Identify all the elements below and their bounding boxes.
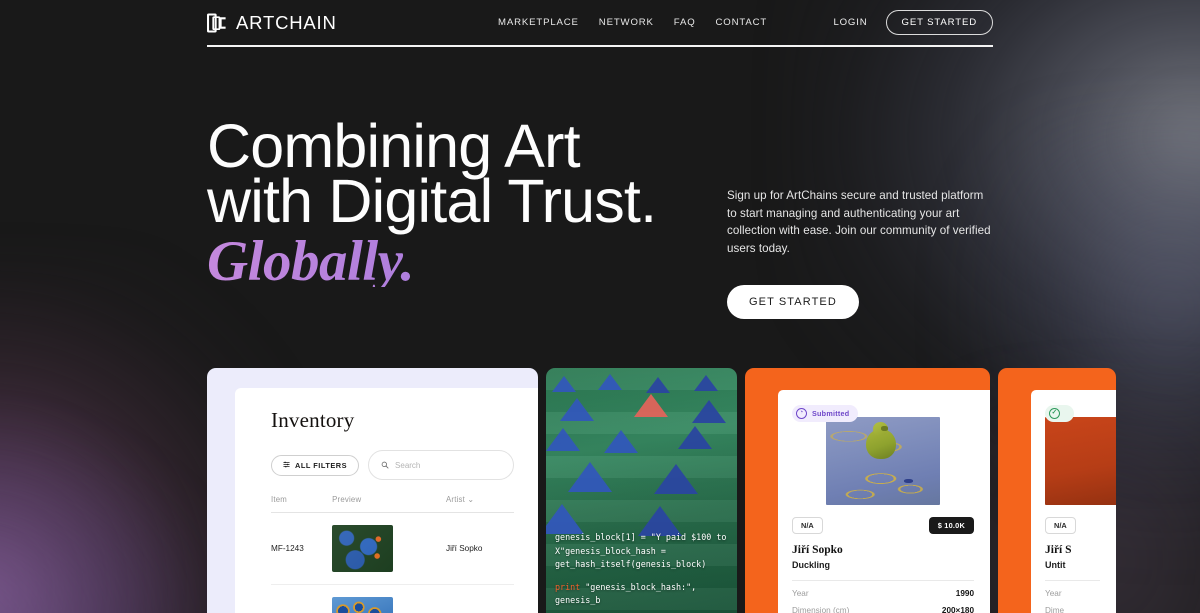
code-line-1: genesis_block[1] = "Y paid $100 to X"gen… [555,531,732,570]
spec-row-year-clipped: Year [1045,589,1100,598]
inventory-search[interactable] [368,450,514,480]
search-icon [381,456,389,474]
all-filters-button[interactable]: ALL FILTERS [271,454,360,476]
water-speck-shape [904,478,913,483]
code-artwork-card: genesis_block[1] = "Y paid $100 to X"gen… [546,368,737,613]
status-badge-label: Submitted [812,408,850,418]
artwork-meta-row: N/A $ 10.0K [792,516,974,534]
clock-pending-icon: ◔ [796,407,807,419]
artwork-artist-name: Jiří Sopko [792,543,843,556]
cell-preview [332,584,447,613]
table-row[interactable]: MF-1243 Jiří Sopko [271,512,514,585]
artwork-detail-panel: ◔ Submitted N/A $ 10.0K Jiří Sopko Duckl… [778,390,990,613]
nav-item-faq[interactable]: FAQ [674,17,696,28]
artwork-detail-card-clipped: ✓ N/A Jiří S Untit Year Dime [998,368,1116,613]
filter-sliders-icon [283,461,290,470]
login-link[interactable]: LOGIN [833,17,867,28]
artwork-thumbnail-tables [332,525,394,572]
spec-row-dimension-clipped: Dime [1045,606,1100,613]
divider-clipped [1045,579,1100,581]
inventory-preview-card: Inventory ALL FILTERS Search Item Previe… [207,368,538,613]
status-badge: ◔ Submitted [792,404,859,422]
inventory-panel: Inventory ALL FILTERS Search Item Previe… [235,388,538,613]
nav-item-contact[interactable]: CONTACT [716,17,768,28]
site-header: ARTCHAIN MARKETPLACE NETWORK FAQ CONTACT… [206,0,993,47]
search-input[interactable] [395,460,501,470]
artwork-image-duckling [826,416,940,505]
artwork-artist-name-clipped: Jiří S [1045,543,1072,556]
artwork-image-orange [1045,416,1116,505]
page-root: ARTCHAIN MARKETPLACE NETWORK FAQ CONTACT… [0,0,1200,613]
edition-badge: N/A [792,516,823,534]
spec-row-year: Year 1990 [792,589,974,598]
brand-logo[interactable]: ARTCHAIN [206,11,337,34]
column-header-artist[interactable]: Artist ⌄ [446,495,514,513]
primary-nav: MARKETPLACE NETWORK FAQ CONTACT [498,17,767,28]
cell-item [271,584,333,613]
headline-line-1: Combining Art [207,112,581,180]
hero-section: Combining Art with Digital Trust. Global… [207,47,993,320]
artwork-title-clipped: Untit [1045,559,1066,570]
all-filters-label: ALL FILTERS [295,460,348,470]
header-actions: LOGIN GET STARTED [833,10,993,35]
column-header-item[interactable]: Item [271,495,333,513]
divider [792,579,974,581]
spec-row-dimension: Dimension (cm) 200×180 [792,606,974,613]
cell-preview [332,512,447,585]
edition-badge-clipped: N/A [1045,516,1076,534]
cell-artist [446,584,514,613]
artwork-meta-row-clipped: N/A [1045,516,1100,534]
page-title: Combining Art with Digital Trust. Global… [207,112,727,290]
code-overlay: genesis_block[1] = "Y paid $100 to X"gen… [555,531,737,613]
table-header-row: Item Preview Artist ⌄ [271,495,514,513]
spec-label-dimension: Dimension (cm) [792,605,850,613]
nav-item-network[interactable]: NETWORK [599,17,654,28]
code-keyword: print [555,581,581,592]
spec-value-dimension: 200×180 [941,605,974,613]
content-wrapper: ARTCHAIN MARKETPLACE NETWORK FAQ CONTACT… [206,0,993,320]
hero-paragraph: Sign up for ArtChains secure and trusted… [727,189,991,255]
artwork-detail-panel-clipped: ✓ N/A Jiří S Untit Year Dime [1031,390,1116,613]
artwork-detail-card: ◔ Submitted N/A $ 10.0K Jiří Sopko Duckl… [745,368,990,613]
inventory-table: Item Preview Artist ⌄ MF-1243 Jiří Sopko [271,495,514,613]
chevron-down-icon: ⌄ [467,495,475,504]
artchain-monogram-icon [206,12,227,33]
duck-beak-shape [881,425,888,431]
cell-artist: Jiří Sopko [446,512,514,585]
artwork-title: Duckling [792,559,831,570]
spec-value-year: 1990 [955,588,974,598]
artwork-thumbnail-flowers [332,597,394,613]
showcase-card-strip: Inventory ALL FILTERS Search Item Previe… [0,368,1200,613]
spec-label-year: Year [792,588,809,598]
brand-name: ARTCHAIN [236,11,337,33]
check-circle-verified-icon: ✓ [1049,407,1060,419]
spec-label-year-clipped: Year [1045,588,1062,598]
table-row[interactable] [271,584,514,613]
nav-item-marketplace[interactable]: MARKETPLACE [498,17,579,28]
headline-accent: Globally. [207,233,727,290]
header-get-started-button[interactable]: GET STARTED [885,10,993,35]
hero-left: Combining Art with Digital Trust. Global… [207,112,727,319]
spec-label-dimension-clipped: Dime [1045,605,1065,613]
status-badge-verified: ✓ [1045,404,1074,422]
column-header-artist-label: Artist [446,495,465,504]
inventory-title: Inventory [271,408,355,432]
column-header-preview[interactable]: Preview [332,495,447,513]
inventory-toolbar: ALL FILTERS [271,450,514,480]
hero-right: Sign up for ArtChains secure and trusted… [727,119,993,320]
headline-line-2: with Digital Trust. [207,166,657,235]
cell-item: MF-1243 [271,512,333,585]
price-badge: $ 10.0K [928,516,974,534]
hero-get-started-button[interactable]: GET STARTED [727,285,859,320]
